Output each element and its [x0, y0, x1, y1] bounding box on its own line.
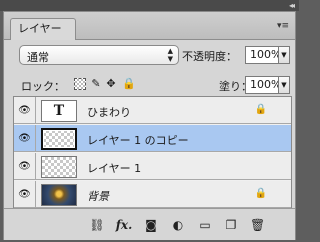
lock-row: ロック： ✎ ✥ 🔒 塗り： 100% ▼ [4, 74, 295, 96]
lock-position-icon[interactable]: ✥ [105, 78, 117, 90]
adjustment-icon[interactable]: ◐ [171, 218, 185, 232]
layer-row-layer1-copy[interactable]: 👁 レイヤー 1 のコピー [14, 125, 291, 152]
updown-arrow-icon: ▲ ▼ [167, 47, 173, 63]
layer-list: 👁 T ひまわり 🔒 👁 レイヤー 1 のコピー 👁 レイヤー 1 👁 背景 🔒 [13, 96, 292, 208]
lock-paint-icon[interactable]: ✎ [90, 78, 102, 90]
title-bar: ◂◂ [0, 0, 299, 11]
layers-panel: レイヤー ▾≡ 通常 ▲ ▼ 不透明度： 100% ▼ ロック： ✎ ✥ 🔒 塗り… [3, 11, 296, 240]
lock-icon: 🔒 [254, 104, 267, 115]
lock-label: ロック： [21, 80, 65, 93]
folder-icon[interactable]: ▭ [197, 218, 213, 232]
layer-thumbnail [41, 156, 77, 178]
layer-name: 背景 [87, 190, 109, 203]
lock-all-icon[interactable]: 🔒 [122, 78, 136, 90]
link-icon[interactable]: ⛓ [89, 218, 105, 232]
opacity-dropdown-button[interactable]: ▼ [278, 46, 290, 64]
lock-transparency-icon[interactable] [74, 78, 86, 90]
text-layer-thumbnail: T [41, 100, 77, 122]
trash-icon[interactable]: 🗑 [250, 218, 265, 232]
blend-mode-value: 通常 [27, 51, 49, 64]
opacity-input[interactable]: 100% [245, 46, 281, 64]
background-thumbnail [41, 184, 77, 206]
tab-layers[interactable]: レイヤー [10, 18, 76, 40]
panel-menu-icon[interactable]: ▾≡ [276, 21, 290, 31]
layer-row-himawari[interactable]: 👁 T ひまわり 🔒 [14, 97, 291, 124]
layer-row-background[interactable]: 👁 背景 🔒 [14, 181, 291, 208]
eye-icon[interactable]: 👁 [14, 153, 36, 180]
layer-name: ひまわり [87, 106, 131, 119]
layer-name: レイヤー 1 のコピー [87, 134, 189, 147]
new-layer-icon[interactable]: ❐ [224, 218, 238, 232]
eye-icon[interactable]: 👁 [14, 125, 36, 152]
panel-footer: ⛓ fx. ◙ ◐ ▭ ❐ 🗑 [4, 208, 295, 240]
fill-dropdown-button[interactable]: ▼ [278, 76, 290, 94]
mask-icon[interactable]: ◙ [144, 218, 158, 232]
eye-icon[interactable]: 👁 [14, 181, 36, 208]
layer-thumbnail [41, 128, 77, 150]
blend-mode-select[interactable]: 通常 ▲ ▼ [19, 45, 179, 65]
collapse-icon[interactable]: ◂◂ [289, 0, 295, 11]
eye-icon[interactable]: 👁 [14, 97, 36, 124]
blend-row: 通常 ▲ ▼ 不透明度： 100% ▼ [4, 41, 295, 74]
fx-icon[interactable]: fx. [115, 218, 133, 232]
layer-name: レイヤー 1 [87, 162, 142, 175]
tab-bar: レイヤー ▾≡ [4, 12, 295, 40]
layer-row-layer1[interactable]: 👁 レイヤー 1 [14, 153, 291, 180]
opacity-label: 不透明度： [182, 50, 237, 63]
lock-icon: 🔒 [254, 188, 267, 199]
fill-input[interactable]: 100% [245, 76, 281, 94]
